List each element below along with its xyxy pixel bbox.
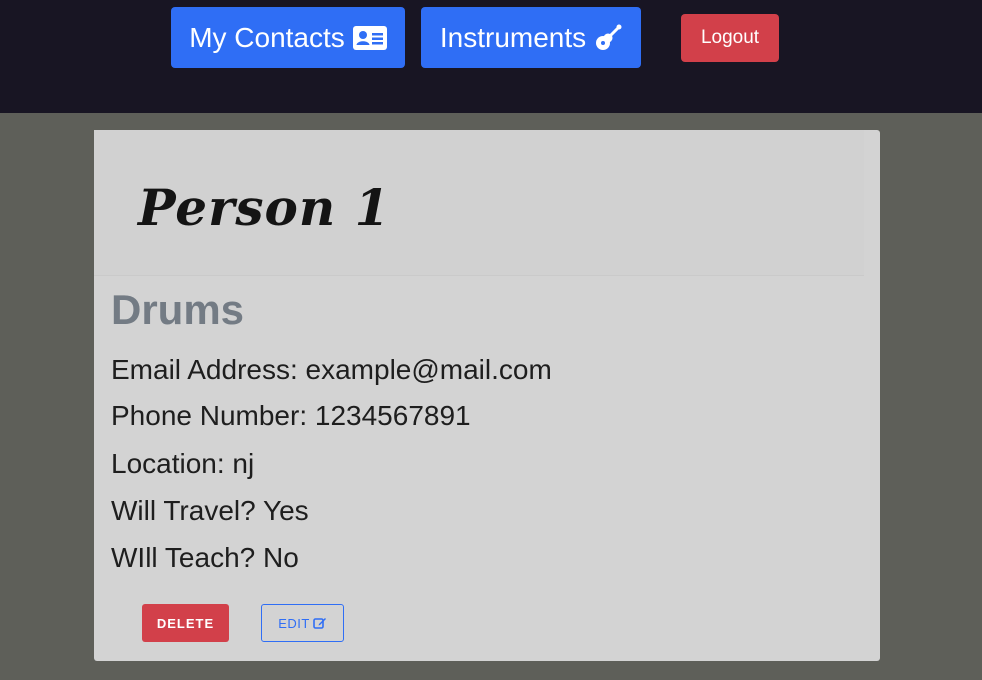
teach-detail: WIll Teach? No: [111, 542, 299, 573]
contact-card: Person 1 Drums Email Address: example@ma…: [94, 130, 880, 661]
guitar-icon: [594, 24, 622, 52]
delete-label: DELETE: [156, 615, 215, 631]
location-detail: Location: nj: [111, 448, 255, 479]
logout-button[interactable]: Logout: [681, 14, 779, 62]
id-card-icon: [352, 25, 387, 50]
instrument-title: Drums: [111, 286, 245, 333]
instruments-label: Instruments: [439, 21, 587, 53]
email-detail: Email Address: example@mail.com: [111, 354, 552, 385]
instruments-button[interactable]: Instruments: [421, 7, 641, 68]
edit-button[interactable]: EDIT: [261, 604, 344, 642]
card-header: Person 1: [94, 130, 864, 276]
my-contacts-label: My Contacts: [189, 21, 345, 53]
phone-detail: Phone Number: 1234567891: [111, 400, 471, 431]
top-navbar: My Contacts Instruments Logout: [0, 0, 982, 113]
my-contacts-button[interactable]: My Contacts: [171, 7, 405, 68]
travel-detail: Will Travel? Yes: [111, 495, 309, 526]
person-name: Person 1: [138, 178, 391, 237]
edit-icon: [313, 616, 327, 630]
logout-label: Logout: [700, 27, 760, 48]
edit-label: EDIT: [278, 615, 310, 631]
delete-button[interactable]: DELETE: [142, 604, 229, 642]
